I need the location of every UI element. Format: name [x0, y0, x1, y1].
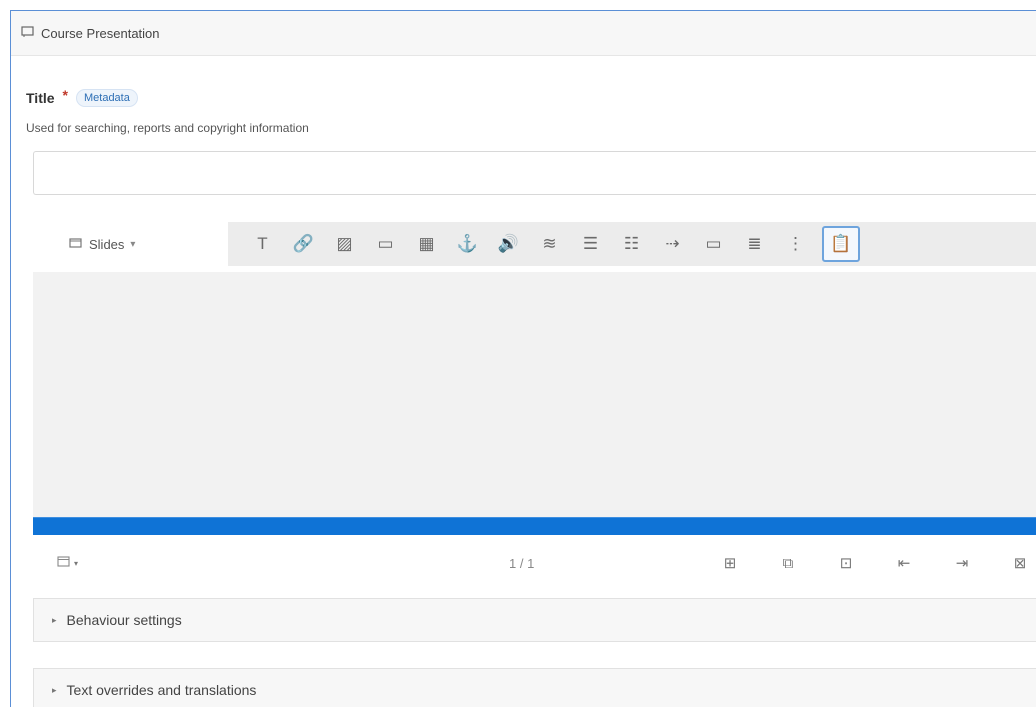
true-false-tool-icon[interactable]: ▭ [693, 227, 734, 261]
paste-tool-icon[interactable]: 📋 [822, 226, 860, 262]
editor-toolbar: Slides ▾ T 🔗 ▨ ▭ ▦ ⚓ 🔊 ≋ ☰ ☷ ⇢ ▭ ≣ ⋮ 📋 [33, 216, 1036, 272]
content-tools: T 🔗 ▨ ▭ ▦ ⚓ 🔊 ≋ ☰ ☷ ⇢ ▭ ≣ ⋮ 📋 [228, 222, 1036, 266]
title-row: Title * Metadata [26, 87, 138, 107]
summary-tool-icon[interactable]: ≣ [734, 227, 775, 261]
chevron-down-icon: ▾ [74, 558, 79, 568]
text-overrides-section[interactable]: ▸ Text overrides and translations [33, 668, 1036, 707]
slides-dropdown[interactable]: Slides ▾ [33, 216, 228, 272]
single-choice-tool-icon[interactable]: ☰ [570, 227, 611, 261]
slide-progress-fill [33, 518, 1036, 535]
background-slide-icon[interactable]: ⊡ [817, 546, 875, 580]
move-slide-left-icon[interactable]: ⇤ [875, 546, 933, 580]
required-mark: * [62, 87, 68, 103]
more-tools-icon[interactable]: ⋮ [775, 227, 816, 261]
section-label: Text overrides and translations [66, 682, 257, 698]
chevron-down-icon: ▾ [130, 238, 136, 250]
chevron-right-icon: ▸ [52, 614, 57, 625]
title-input[interactable] [33, 151, 1036, 195]
slide-navigation: ▾ 1 / 1 ⊞ ⧉ ⊡ ⇤ ⇥ ⊠ [33, 535, 1036, 591]
add-slide-icon[interactable]: ⊞ [701, 546, 759, 580]
slides-dropdown-label: Slides [89, 236, 125, 252]
image-tool-icon[interactable]: ▨ [324, 227, 365, 261]
text-tool-icon[interactable]: T [242, 227, 283, 261]
behaviour-settings-section[interactable]: ▸ Behaviour settings [33, 598, 1036, 642]
slide-layout-dropdown[interactable]: ▾ [33, 556, 127, 570]
anchor-tool-icon[interactable]: ⚓ [447, 227, 488, 261]
delete-slide-icon[interactable]: ⊠ [991, 546, 1036, 580]
slide-counter: 1 / 1 [509, 555, 535, 571]
link-tool-icon[interactable]: 🔗 [283, 227, 324, 261]
multiple-choice-tool-icon[interactable]: ☷ [611, 227, 652, 261]
shapes-tool-icon[interactable]: ▭ [365, 227, 406, 261]
slides-icon [21, 24, 35, 42]
slide-progress-bar [33, 517, 1036, 535]
slides-icon [69, 237, 83, 252]
video-tool-icon[interactable]: ▦ [406, 227, 447, 261]
title-description: Used for searching, reports and copyrigh… [26, 121, 309, 135]
content-type-label: Course Presentation [41, 25, 160, 41]
title-label: Title [26, 90, 55, 106]
slide-tools: ⊞ ⧉ ⊡ ⇤ ⇥ ⊠ [701, 546, 1036, 580]
fill-in-blanks-tool-icon[interactable]: ≋ [529, 227, 570, 261]
section-label: Behaviour settings [66, 612, 182, 628]
chevron-right-icon: ▸ [52, 684, 57, 695]
slide-layout-icon [57, 556, 70, 570]
drag-text-tool-icon[interactable]: ⇢ [652, 227, 693, 261]
metadata-button[interactable]: Metadata [75, 89, 138, 107]
content-type-header: Course Presentation [11, 11, 1036, 56]
audio-tool-icon[interactable]: 🔊 [488, 227, 529, 261]
move-slide-right-icon[interactable]: ⇥ [933, 546, 991, 580]
editor-frame: Course Presentation Title * Metadata Use… [10, 10, 1036, 707]
clone-slide-icon[interactable]: ⧉ [759, 546, 817, 580]
slide-canvas[interactable] [33, 272, 1036, 517]
